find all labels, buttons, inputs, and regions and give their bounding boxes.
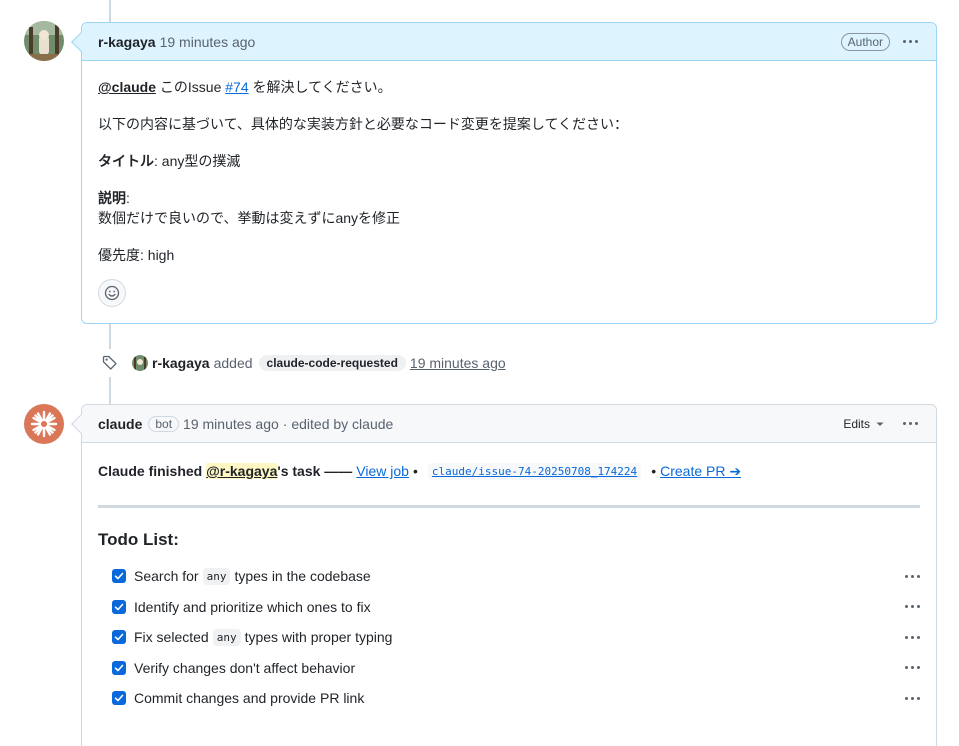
comment-header: claude bot 19 minutes ago · edited by cl… bbox=[82, 405, 936, 443]
comment-title-line: タイトル: any型の撲滅 bbox=[98, 151, 920, 171]
checkbox[interactable] bbox=[112, 630, 126, 644]
title-value: : any型の撲滅 bbox=[154, 153, 241, 169]
separator-dot: • bbox=[651, 463, 657, 479]
comment-header: r-kagaya 19 minutes ago Author bbox=[82, 23, 936, 61]
check-icon bbox=[114, 572, 124, 580]
event-timestamp[interactable]: 19 minutes ago bbox=[410, 355, 506, 371]
issue-comment: r-kagaya 19 minutes ago Author @claude こ… bbox=[71, 22, 937, 324]
issue-link[interactable]: #74 bbox=[225, 79, 248, 95]
todo-item: Search for any types in the codebase bbox=[98, 566, 920, 586]
comment-timestamp[interactable]: 19 minutes ago bbox=[160, 34, 256, 50]
desc-colon: : bbox=[126, 190, 130, 206]
event-actor[interactable]: r-kagaya bbox=[152, 355, 210, 371]
mention-link[interactable]: @r-kagaya bbox=[206, 463, 278, 479]
create-pr-link[interactable]: Create PR ➔ bbox=[660, 463, 741, 480]
todo-item: Fix selected any types with proper typin… bbox=[98, 627, 920, 647]
todo-text: types in the codebase bbox=[234, 568, 371, 584]
task-status-line: Claude finished @r-kagaya 's task —— Vie… bbox=[98, 461, 920, 481]
view-job-link[interactable]: View job bbox=[356, 463, 409, 479]
mention-link[interactable]: @claude bbox=[98, 79, 156, 95]
author-badge: Author bbox=[840, 32, 890, 51]
bot-comment: claude bot 19 minutes ago · edited by cl… bbox=[71, 404, 937, 746]
event-action: added bbox=[213, 355, 253, 371]
check-icon bbox=[114, 633, 124, 641]
check-icon bbox=[114, 664, 124, 671]
todo-list: Search for any types in the codebase Ide… bbox=[98, 566, 920, 708]
avatar[interactable] bbox=[132, 355, 148, 371]
branch-link[interactable]: claude/issue-74-20250708_174224 bbox=[427, 462, 642, 480]
smiley-icon bbox=[104, 285, 120, 301]
text: を解決してください。 bbox=[248, 79, 392, 95]
todo-text: types with proper typing bbox=[244, 629, 393, 645]
inline-code: any bbox=[212, 628, 241, 646]
desc-label: 説明 bbox=[98, 190, 126, 206]
kebab-horizontal-icon[interactable] bbox=[900, 416, 920, 432]
todo-text: Commit changes and provide PR link bbox=[134, 690, 365, 706]
title-label: タイトル bbox=[98, 153, 154, 169]
kebab-horizontal-icon[interactable] bbox=[900, 34, 920, 50]
timeline-line bbox=[109, 0, 111, 22]
edits-label: Edits bbox=[843, 416, 870, 431]
comment-line-2: 以下の内容に基づいて、具体的な実装方針と必要なコード変更を提案してください： bbox=[98, 116, 629, 132]
comment-body: @claude このIssue #74 を解決してください。 以下の内容に基づい… bbox=[82, 61, 936, 323]
checkbox[interactable] bbox=[112, 691, 126, 705]
todo-item: Commit changes and provide PR link bbox=[98, 688, 920, 708]
label-badge[interactable]: claude-code-requested bbox=[258, 355, 406, 371]
check-icon bbox=[114, 603, 124, 610]
bot-badge: bot bbox=[148, 415, 180, 432]
label-added-event: r-kagaya added claude-code-requested 19 … bbox=[96, 349, 506, 377]
kebab-horizontal-icon[interactable] bbox=[902, 599, 922, 615]
priority-line: 優先度: high bbox=[98, 247, 175, 263]
checkbox[interactable] bbox=[112, 599, 126, 614]
todo-text: Verify changes don't affect behavior bbox=[134, 659, 356, 676]
divider bbox=[98, 505, 920, 508]
kebab-horizontal-icon[interactable] bbox=[902, 629, 922, 645]
checkbox[interactable] bbox=[112, 569, 126, 583]
todo-item: Identify and prioritize which ones to fi… bbox=[98, 597, 920, 617]
edited-by: · edited by claude bbox=[282, 415, 394, 432]
kebab-horizontal-icon[interactable] bbox=[902, 690, 922, 706]
task-prefix: Claude finished bbox=[98, 463, 207, 479]
check-icon bbox=[114, 694, 124, 702]
inline-code: any bbox=[202, 567, 231, 585]
comment-desc: 説明: 数個だけで良いので、挙動は変えずにanyを修正 bbox=[98, 188, 920, 228]
text: このIssue bbox=[156, 79, 226, 95]
comment-author[interactable]: r-kagaya bbox=[98, 34, 156, 50]
task-suffix: 's task —— bbox=[277, 463, 353, 479]
claude-logo-icon bbox=[30, 410, 58, 438]
comment-line-1: @claude このIssue #74 を解決してください。 bbox=[98, 77, 920, 97]
todo-text: Identify and prioritize which ones to fi… bbox=[134, 598, 371, 615]
todo-item: Verify changes don't affect behavior bbox=[98, 658, 920, 678]
add-reaction-button[interactable] bbox=[98, 279, 126, 307]
edits-dropdown[interactable]: Edits bbox=[843, 417, 884, 431]
kebab-horizontal-icon[interactable] bbox=[902, 568, 922, 584]
todo-heading: Todo List: bbox=[98, 530, 179, 549]
todo-text: Search for bbox=[134, 568, 199, 584]
separator-dot: • bbox=[412, 463, 418, 479]
todo-text: Fix selected bbox=[134, 629, 209, 645]
desc-value: 数個だけで良いので、挙動は変えずにanyを修正 bbox=[98, 210, 401, 226]
triangle-down-icon bbox=[876, 422, 884, 426]
comment-timestamp[interactable]: 19 minutes ago bbox=[183, 416, 279, 432]
checkbox[interactable] bbox=[112, 660, 126, 675]
comment-body: Claude finished @r-kagaya 's task —— Vie… bbox=[82, 443, 936, 735]
comment-author[interactable]: claude bbox=[98, 416, 142, 432]
tag-icon bbox=[96, 349, 124, 377]
kebab-horizontal-icon[interactable] bbox=[902, 660, 922, 676]
avatar[interactable] bbox=[24, 21, 64, 61]
claude-avatar[interactable] bbox=[24, 404, 64, 444]
